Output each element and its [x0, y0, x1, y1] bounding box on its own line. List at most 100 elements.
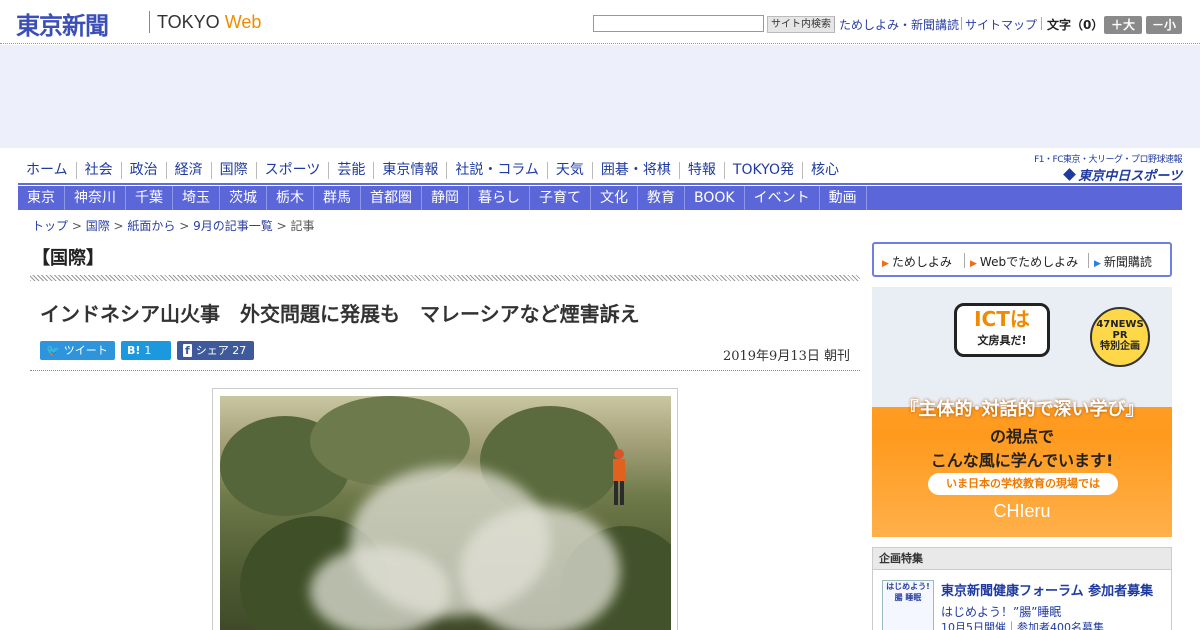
bird-icon: 🐦 — [46, 344, 60, 357]
nav2-item-chiba[interactable]: 千葉 — [126, 186, 173, 210]
section-heading: 【国際】 — [32, 248, 104, 269]
featured-title-link[interactable]: 東京新聞健康フォーラム 参加者募集 — [941, 580, 1153, 599]
nav-item-international[interactable]: 国際 — [210, 162, 256, 179]
thumb-text-2: 腸 睡眠 — [894, 593, 922, 602]
ad-copy-line2: の視点で — [989, 427, 1054, 446]
divider — [964, 253, 965, 268]
tweet-label: ツイート — [63, 344, 108, 357]
featured-thumbnail[interactable]: はじめよう! 腸 睡眠 — [882, 580, 934, 630]
nav2-item-kanagawa[interactable]: 神奈川 — [65, 186, 126, 210]
ad-badge-line1: 47NEWS — [1096, 319, 1144, 330]
nav2-item-kosodate[interactable]: 子育て — [530, 186, 591, 210]
nav-item-editorial[interactable]: 社説・コラム — [446, 162, 547, 179]
nav-divider — [18, 183, 1182, 185]
tokyo-chunichi-sports-link[interactable]: F1・FC東京・大リーグ・プロ野球速報 東京中日スポーツ — [1022, 152, 1182, 184]
fb-share-label: シェア — [195, 344, 229, 357]
nav2-item-video[interactable]: 動画 — [820, 186, 867, 210]
breadcrumb-month-list[interactable]: 9月の記事一覧 — [193, 219, 273, 233]
nav2-item-event[interactable]: イベント — [745, 186, 820, 210]
arrow-icon: ▶ — [882, 259, 889, 269]
nav-item-economy[interactable]: 経済 — [165, 162, 211, 179]
nav2-item-book[interactable]: BOOK — [685, 186, 745, 210]
site-search-button[interactable]: サイト内検索 — [767, 16, 835, 33]
nav-item-weather[interactable]: 天気 — [546, 162, 592, 179]
site-logo[interactable]: 東京新聞 — [16, 6, 109, 41]
article-headline: インドネシア山火事 外交問題に発展も マレーシアなど煙害訴え — [40, 302, 640, 326]
nav-item-society[interactable]: 社会 — [75, 162, 121, 179]
breadcrumb: トップ > 国際 > 紙面から > 9月の記事一覧 > 記事 — [32, 219, 315, 233]
nav2-item-tokyo[interactable]: 東京 — [18, 186, 65, 210]
ad-brand-name: CHIeru — [993, 501, 1051, 521]
tweet-button[interactable]: 🐦 ツイート — [40, 341, 115, 360]
font-larger-button[interactable]: ＋大 — [1104, 16, 1142, 34]
article-rule — [30, 370, 860, 371]
facebook-share-button[interactable]: f シェア 27 — [177, 341, 254, 360]
ad-copy-line3: こんな風に学んでいます! — [930, 451, 1114, 470]
web-trial-link[interactable]: ▶ Webでためしよみ — [970, 253, 1078, 270]
nav2-item-kurashi[interactable]: 暮らし — [469, 186, 530, 210]
breadcrumb-top[interactable]: トップ — [32, 219, 68, 233]
article-photo[interactable] — [220, 396, 671, 630]
nav-item-special-report[interactable]: 特報 — [678, 162, 724, 179]
fb-share-count: 27 — [232, 344, 247, 357]
subscription-links-box: ▶ ためしよみ ▶ Webでためしよみ ▶ 新聞購読 — [872, 242, 1172, 277]
nav2-item-tochigi[interactable]: 栃木 — [267, 186, 314, 210]
breadcrumb-print[interactable]: 紙面から — [127, 219, 175, 233]
brand-subtitle: F1・FC東京・大リーグ・プロ野球速報 — [1034, 155, 1182, 165]
arrow-icon: ▶ — [970, 259, 977, 269]
nav-item-politics[interactable]: 政治 — [120, 162, 166, 179]
trial-read-label: ためしよみ — [891, 255, 952, 269]
ad-ribbon: いま日本の学校教育の現場では — [928, 473, 1118, 495]
featured-subtitle: はじめよう！”腸”睡眠 — [941, 605, 1062, 619]
nav2-item-ibaraki[interactable]: 茨城 — [220, 186, 267, 210]
ad-bubble-line1: ICTは — [974, 307, 1030, 331]
breadcrumb-international[interactable]: 国際 — [86, 219, 110, 233]
sidebar-ad[interactable]: ICTは 文房具だ! 47NEWS PR 特別企画 『主体的･対話的で深い学び』… — [872, 287, 1172, 537]
facebook-icon: f — [183, 344, 192, 357]
logo-divider — [149, 11, 150, 33]
search-input[interactable] — [593, 15, 764, 32]
nav-item-kakushin[interactable]: 核心 — [801, 162, 847, 179]
nav2-item-bunka[interactable]: 文化 — [591, 186, 638, 210]
trial-read-link[interactable]: ▶ ためしよみ — [882, 253, 952, 270]
brand-title: 東京中日スポーツ — [1022, 165, 1182, 184]
nav2-item-shutoken[interactable]: 首都圏 — [361, 186, 422, 210]
breadcrumb-current: 記事 — [290, 219, 315, 233]
banner-ad-area — [0, 45, 1200, 148]
nav-item-tokyo-hatsu[interactable]: TOKYO発 — [723, 162, 802, 179]
sitemap-link[interactable]: サイトマップ — [965, 16, 1037, 33]
nav2-item-shizuoka[interactable]: 静岡 — [422, 186, 469, 210]
ad-bubble-line2: 文房具だ! — [977, 334, 1027, 347]
nav2-item-gunma[interactable]: 群馬 — [314, 186, 361, 210]
nav-item-entertainment[interactable]: 芸能 — [328, 162, 373, 179]
trial-subscribe-link[interactable]: ためしよみ・新聞講読 — [839, 16, 959, 33]
nav-item-sports[interactable]: スポーツ — [255, 162, 329, 179]
site-header: 東京新聞 TOKYO Web サイト内検索 ためしよみ・新聞講読 サイトマップ … — [0, 0, 1200, 44]
featured-header: 企画特集 — [873, 548, 1171, 570]
subscribe-label: 新聞購読 — [1103, 255, 1152, 269]
hatena-icon: B! — [127, 344, 141, 357]
divider — [1088, 253, 1089, 268]
ad-speech-bubble: ICTは 文房具だ! — [954, 303, 1050, 357]
thumb-text-1: はじめよう! — [886, 582, 930, 591]
article-date: 2019年9月13日 朝刊 — [722, 349, 850, 364]
featured-box: 企画特集 はじめよう! 腸 睡眠 東京新聞健康フォーラム 参加者募集 はじめよう… — [872, 547, 1172, 630]
subscribe-link[interactable]: ▶ 新聞購読 — [1094, 253, 1152, 270]
nav2-item-saitama[interactable]: 埼玉 — [173, 186, 220, 210]
article-photo-frame — [212, 388, 678, 630]
ad-badge-line2: PR — [1112, 330, 1128, 341]
nav-item-tokyo-info[interactable]: 東京情報 — [373, 162, 446, 179]
nav-item-go-shogi[interactable]: 囲碁・将棋 — [591, 162, 679, 179]
site-logo-english[interactable]: TOKYO Web — [157, 12, 261, 33]
nav2-item-kyoiku[interactable]: 教育 — [638, 186, 685, 210]
featured-detail: 10月5日開催｜参加者400名募集 — [941, 621, 1104, 630]
font-smaller-button[interactable]: －小 — [1146, 16, 1182, 34]
nav-item-home[interactable]: ホーム — [18, 162, 76, 179]
divider — [1041, 17, 1042, 30]
brand-title-text: 東京中日スポーツ — [1078, 169, 1182, 184]
primary-nav: ホーム 社会 政治 経済 国際 スポーツ 芸能 東京情報 社説・コラム 天気 囲碁・将棋 特報 TOKY… — [18, 158, 1018, 183]
font-size-label: 文字（0） — [1047, 18, 1104, 32]
hatena-bookmark-button[interactable]: B! 1 — [121, 341, 171, 360]
arrow-icon: ▶ — [1094, 259, 1101, 269]
ad-badge: 47NEWS PR 特別企画 — [1090, 307, 1150, 367]
